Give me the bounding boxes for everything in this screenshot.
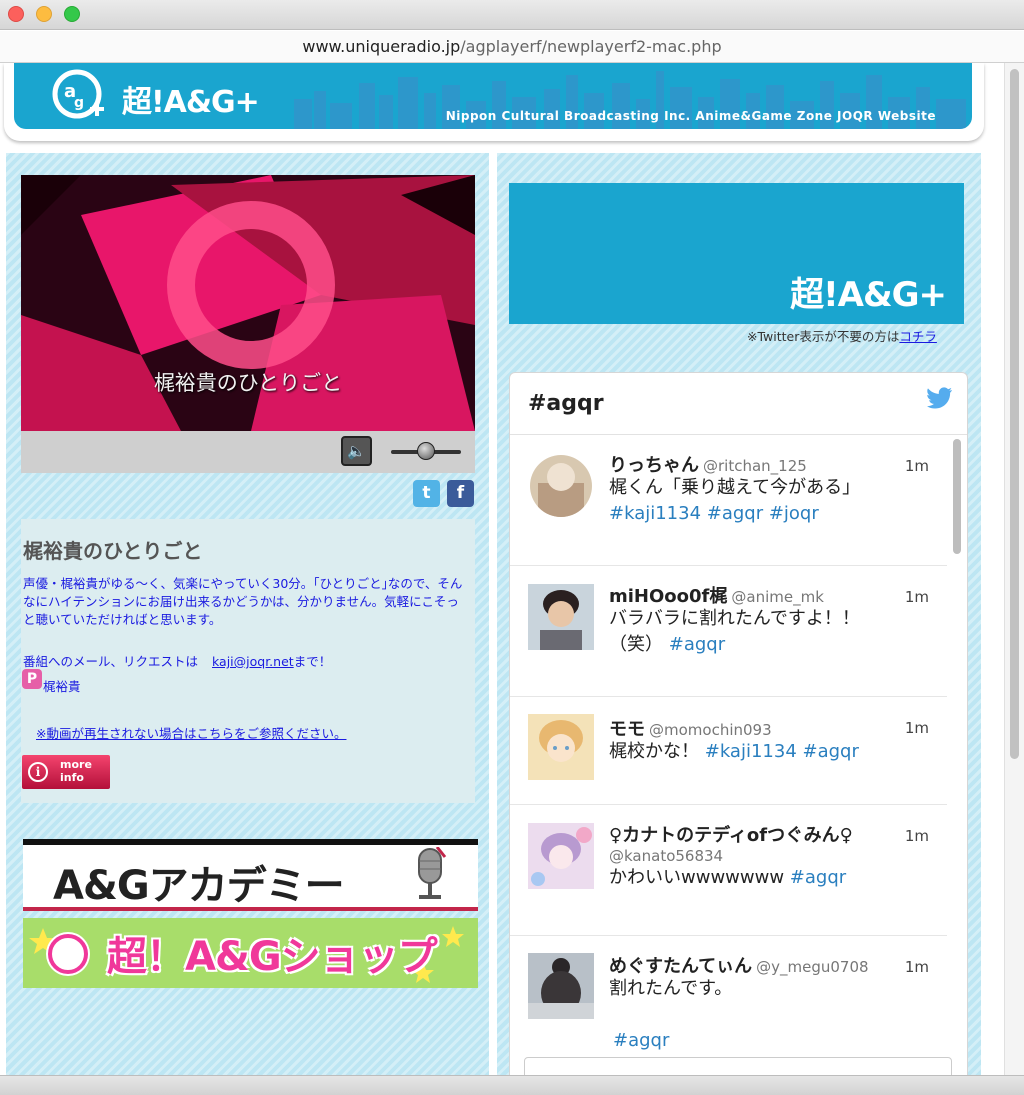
academy-banner[interactable]: A&Gアカデミー xyxy=(23,839,478,911)
mail-link[interactable]: kaji@joqr.net xyxy=(212,654,294,669)
twitter-icon: t xyxy=(422,483,431,503)
tweet-text: 梶くん「乗り越えて今がある」 #kaji1134 #agqr #joqr xyxy=(609,477,861,524)
tweet-hashtags[interactable]: #kaji1134 #agqr #joqr xyxy=(609,503,819,524)
widget-scrollbar-thumb[interactable] xyxy=(953,439,961,554)
site-logo-text: 超!A&G+ xyxy=(122,85,260,120)
minimize-window-button[interactable] xyxy=(36,6,52,22)
tweet-item[interactable]: モモ @momochin093 1m 梶校かな！ #kaji1134 #agqr xyxy=(510,697,947,805)
program-description: 声優・梶裕貴がゆる〜く、気楽にやっていく30分。｢ひとりごと｣なので、そんなにハ… xyxy=(23,576,463,627)
tweet-text: バラバラに割れたんですよ！！（笑） #agqr xyxy=(609,608,860,655)
playback-help-link[interactable]: ※動画が再生されない場合はこちらをご参照ください。 xyxy=(36,723,346,742)
avatar[interactable] xyxy=(528,584,594,650)
tweet-text: 割れたんです。 #agqr xyxy=(609,978,733,1051)
url-path: /agplayerf/newplayerf2-mac.php xyxy=(460,37,722,56)
tweet-handle: @kanato56834 xyxy=(609,847,724,865)
avatar[interactable] xyxy=(528,714,594,780)
tweet-text: @kanato56834 かわいいwwwwwww #agqr xyxy=(609,847,909,891)
mail-suffix: まで！ xyxy=(293,654,332,669)
mute-button[interactable]: 🔈 xyxy=(341,436,372,466)
tweet-compose-box[interactable] xyxy=(524,1057,952,1075)
promo-banner[interactable]: 超!A&G+ xyxy=(509,183,964,324)
tweet-hashtags[interactable]: #agqr xyxy=(613,1030,669,1051)
shop-banner-text: 超！A&Gショップ xyxy=(107,934,438,980)
tweet-item[interactable]: ♀カナトのテディofつぐみん♀ 1m @kanato56834 かわいいwwwww… xyxy=(510,805,947,936)
tweet-author: めぐすたんてぃん @y_megu0708 xyxy=(609,956,869,977)
page-scrollbar-thumb[interactable] xyxy=(1010,69,1019,759)
tweet-author: モモ @momochin093 xyxy=(609,719,772,740)
tweet-author: ♀カナトのテディofつぐみん♀ xyxy=(609,825,853,846)
program-title: 梶裕貴のひとりごと xyxy=(23,539,203,563)
browser-window: www.uniqueradio.jp/agplayerf/newplayerf2… xyxy=(0,0,1024,1095)
personality-badge-icon: P xyxy=(22,669,42,689)
avatar[interactable] xyxy=(528,823,594,889)
video-player[interactable]: 梶裕貴のひとりごと xyxy=(21,175,475,431)
avatar[interactable] xyxy=(528,453,594,519)
more-info-label: more info xyxy=(60,758,92,784)
facebook-icon: f xyxy=(456,483,465,503)
tweet-time: 1m xyxy=(904,827,929,845)
tweet-author: miHOoo0f梶 @anime_mk xyxy=(609,586,824,607)
tweet-author: りっちゃん @ritchan_125 xyxy=(609,455,807,476)
tweet-item[interactable]: りっちゃん @ritchan_125 1m 梶くん「乗り越えて今がある」 #kaji… xyxy=(510,435,947,566)
avatar[interactable] xyxy=(528,953,594,1019)
facebook-share-button[interactable]: f xyxy=(447,480,474,507)
tweet-hashtags[interactable]: #kaji1134 #agqr xyxy=(705,741,859,762)
close-window-button[interactable] xyxy=(8,6,24,22)
program-mail-line: 番組へのメール、リクエストは kaji@joqr.netまで！ xyxy=(23,651,331,670)
page-scrollbar[interactable] xyxy=(1004,63,1024,1075)
tweet-time: 1m xyxy=(904,719,929,737)
volume-slider-handle[interactable] xyxy=(417,442,435,460)
twitter-share-button[interactable]: t xyxy=(413,480,440,507)
page-content: a g 超!A&G+ Nippon Cultural Broadcasting … xyxy=(0,63,1004,1075)
twitter-bird-icon[interactable] xyxy=(927,387,953,409)
speaker-icon: 🔈 xyxy=(347,442,366,460)
program-info-box: 梶裕貴のひとりごと 声優・梶裕貴がゆる〜く、気楽にやっていく30分。｢ひとりごと… xyxy=(21,519,475,803)
svg-text:g: g xyxy=(74,95,84,111)
tweet-time: 1m xyxy=(904,958,929,976)
twitter-hide-link[interactable]: コチラ xyxy=(899,329,937,344)
header-subtitle: Nippon Cultural Broadcasting Inc. Anime&… xyxy=(445,109,936,123)
address-bar[interactable]: www.uniqueradio.jp/agplayerf/newplayerf2… xyxy=(0,31,1024,63)
tweet-time: 1m xyxy=(904,457,929,475)
twitter-widget-header: #agqr xyxy=(510,373,967,435)
player-controls: 🔈 xyxy=(21,431,475,473)
microphone-icon xyxy=(418,847,447,899)
right-column: 超!A&G+ ※Twitter表示が不要の方はコチラ #agqr りっちゃん @r… xyxy=(497,153,981,1075)
title-bar xyxy=(0,0,1024,30)
promo-logo-text: 超!A&G+ xyxy=(790,275,947,315)
widget-scrollbar[interactable] xyxy=(951,437,963,1075)
tweet-hashtags[interactable]: #agqr xyxy=(790,867,846,888)
header-banner[interactable]: a g 超!A&G+ Nippon Cultural Broadcasting … xyxy=(14,63,972,129)
twitter-hide-note: ※Twitter表示が不要の方はコチラ xyxy=(747,326,937,345)
mail-label: 番組へのメール、リクエストは xyxy=(23,654,199,669)
academy-banner-text: A&Gアカデミー xyxy=(53,863,345,909)
url-host: www.uniqueradio.jp xyxy=(302,37,461,56)
zoom-window-button[interactable] xyxy=(64,6,80,22)
shop-banner[interactable]: 超！A&Gショップ xyxy=(23,918,478,988)
info-icon: i xyxy=(28,762,48,782)
tweet-item[interactable]: miHOoo0f梶 @anime_mk 1m バラバラに割れたんですよ！！（笑） … xyxy=(510,566,947,697)
twitter-hide-note-text: ※Twitter表示が不要の方は xyxy=(747,329,900,344)
video-caption: 梶裕貴のひとりごと xyxy=(153,371,343,395)
tweet-item[interactable]: めぐすたんてぃん @y_megu0708 1m 割れたんです。 #agqr xyxy=(510,936,947,1056)
tweet-hashtags[interactable]: #agqr xyxy=(669,634,725,655)
twitter-widget: #agqr りっちゃん @ritchan_125 1m 梶くん「乗り越えて今がある… xyxy=(509,372,968,1075)
tweet-time: 1m xyxy=(904,588,929,606)
hashtag-title[interactable]: #agqr xyxy=(528,391,604,416)
left-column: 梶裕貴のひとりごと 🔈 t f 梶裕貴のひとりごと 声優・梶裕貴がゆる〜く、気楽… xyxy=(6,153,489,1075)
site-header: a g 超!A&G+ Nippon Cultural Broadcasting … xyxy=(4,63,984,141)
personality-name[interactable]: 梶裕貴 xyxy=(43,676,81,695)
agqr-logo-icon: a g xyxy=(52,69,104,119)
more-info-button[interactable]: i more info xyxy=(22,755,110,789)
tweet-text: 梶校かな！ #kaji1134 #agqr xyxy=(609,741,859,762)
window-bottom-bar xyxy=(0,1075,1024,1095)
